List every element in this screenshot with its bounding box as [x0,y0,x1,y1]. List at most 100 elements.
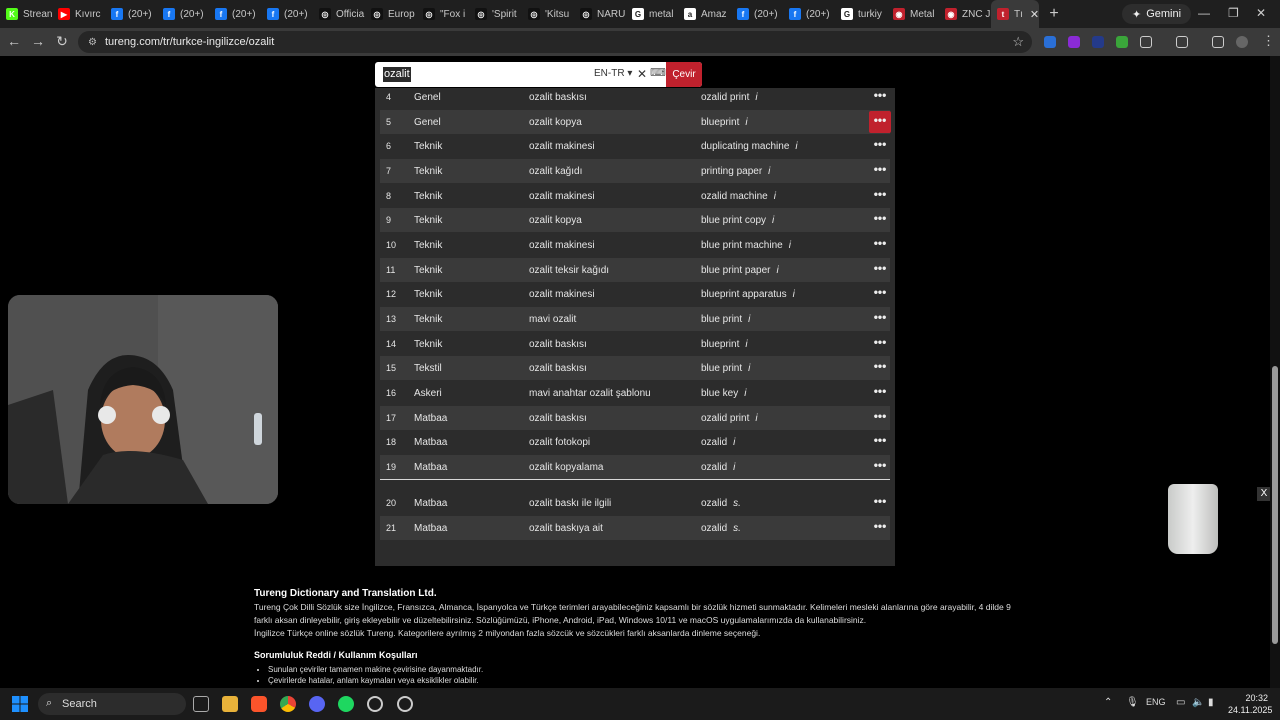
english-term-link[interactable]: blueprint [701,117,739,128]
ad-bottle-image[interactable] [1168,484,1218,554]
bookmark-star-icon[interactable]: ☆ [1012,34,1024,50]
turkish-term-link[interactable]: ozalit baskı ile ilgili [529,498,611,509]
more-options-button[interactable]: ••• [869,357,891,379]
more-options-button[interactable]: ••• [869,382,891,404]
app-icon[interactable] [367,696,383,712]
english-term-cell[interactable]: printing paper i [701,166,770,177]
english-term-cell[interactable]: blue key i [701,388,746,399]
tab-search-icon[interactable] [1176,36,1188,48]
extension-icon[interactable] [1116,36,1128,48]
browser-tab[interactable]: ◎ 'Kitsu [522,0,574,28]
browser-tab[interactable]: ◎ "Fox i [417,0,469,28]
turkish-term-link[interactable]: ozalit kağıdı [529,166,582,177]
system-clock[interactable]: 20:32 24.11.2025 [1228,692,1272,716]
turkish-term-link[interactable]: ozalit baskısı [529,363,587,374]
browser-tab[interactable]: ◎ Officia [313,0,365,28]
turkish-term-link[interactable]: ozalit makinesi [529,141,595,152]
english-term-cell[interactable]: ozalid print i [701,413,758,424]
more-options-button[interactable]: ••• [869,111,891,133]
obs-icon[interactable] [397,696,413,712]
browser-tab[interactable]: ◎ Europ [365,0,417,28]
media-icon[interactable] [1212,36,1224,48]
turkish-term-link[interactable]: mavi ozalit [529,314,576,325]
english-term-link[interactable]: ozalid print [701,92,749,103]
english-term-cell[interactable]: blue print paper i [701,265,779,276]
browser-tab[interactable]: Gturkiy [835,0,887,28]
browser-tab[interactable]: f (20+) [783,0,835,28]
file-explorer-icon[interactable] [222,696,238,712]
more-options-button[interactable]: ••• [869,86,891,108]
network-icon[interactable]: ▭ [1176,697,1185,708]
more-options-button[interactable]: ••• [869,209,891,231]
task-view-icon[interactable] [193,696,209,712]
english-term-link[interactable]: blue key [701,388,738,399]
more-options-button[interactable]: ••• [869,407,891,429]
browser-tab[interactable]: ◉ Metal [887,0,939,28]
more-options-button[interactable]: ••• [869,135,891,157]
forward-icon[interactable]: → [26,33,50,49]
turkish-term-link[interactable]: ozalit baskısı [529,92,587,103]
browser-tab[interactable]: a Amaz [678,0,731,28]
language-select[interactable]: EN-TR ▾ [594,68,632,79]
volume-icon[interactable]: 🔈 [1192,697,1204,708]
more-options-button[interactable]: ••• [869,259,891,281]
browser-tab[interactable]: Gmetal [626,0,678,28]
extensions-puzzle-icon[interactable] [1140,36,1152,48]
english-term-link[interactable]: ozalid [701,462,727,473]
browser-tab[interactable]: ◎ NARU [574,0,626,28]
turkish-term-link[interactable]: ozalit makinesi [529,289,595,300]
extension-icon[interactable] [1068,36,1080,48]
turkish-term-link[interactable]: ozalit baskıya ait [529,523,603,534]
english-term-cell[interactable]: ozalid i [701,437,735,448]
taskbar-search[interactable]: ⌕ Search [38,693,186,715]
back-icon[interactable]: ← [2,33,26,49]
browser-tab[interactable]: K Strean [0,0,52,28]
language-indicator[interactable]: ENG [1146,697,1166,707]
english-term-link[interactable]: ozalid print [701,413,749,424]
more-options-button[interactable]: ••• [869,185,891,207]
english-term-link[interactable]: ozalid [701,498,727,509]
english-term-link[interactable]: blue print copy [701,215,766,226]
restore-icon[interactable]: ❐ [1228,6,1239,20]
english-term-cell[interactable]: blue print copy i [701,215,774,226]
english-term-cell[interactable]: ozalid print i [701,92,758,103]
browser-tab[interactable]: t Tı ✕ [991,0,1039,28]
english-term-cell[interactable]: blue print i [701,363,750,374]
address-bar[interactable]: ⚙ tureng.com/tr/turkce-ingilizce/ozalit … [78,31,1032,53]
turkish-term-link[interactable]: ozalit kopyalama [529,462,603,473]
clear-icon[interactable]: ✕ [637,67,647,81]
more-options-button[interactable]: ••• [869,517,891,539]
english-term-link[interactable]: ozalid [701,437,727,448]
turkish-term-link[interactable]: ozalit kopya [529,117,582,128]
english-term-link[interactable]: blueprint apparatus [701,289,787,300]
more-options-button[interactable]: ••• [869,492,891,514]
more-options-button[interactable]: ••• [869,333,891,355]
english-term-link[interactable]: blue print machine [701,240,783,251]
english-term-link[interactable]: blueprint [701,339,739,350]
turkish-term-link[interactable]: ozalit makinesi [529,191,595,202]
english-term-link[interactable]: duplicating machine [701,141,789,152]
more-options-button[interactable]: ••• [869,456,891,478]
browser-tab[interactable]: ◉ ZNC J [939,0,991,28]
more-options-button[interactable]: ••• [869,234,891,256]
turkish-term-link[interactable]: ozalit baskısı [529,339,587,350]
browser-tab[interactable]: f (20+) [157,0,209,28]
turkish-term-link[interactable]: ozalit makinesi [529,240,595,251]
menu-dots-icon[interactable]: ⋮ [1262,33,1275,49]
english-term-link[interactable]: blue print [701,363,742,374]
english-term-cell[interactable]: blueprint i [701,117,748,128]
brave-icon[interactable] [251,696,267,712]
more-options-button[interactable]: ••• [869,431,891,453]
reload-icon[interactable]: ↻ [50,33,74,50]
keyboard-icon[interactable]: ⌨ [650,66,666,79]
scrollbar-thumb[interactable] [1272,366,1278,644]
chrome-icon[interactable] [280,696,296,712]
browser-tab[interactable]: f (20+) [209,0,261,28]
english-term-link[interactable]: blue print paper [701,265,771,276]
windows-start-icon[interactable] [12,696,28,712]
english-term-cell[interactable]: blueprint apparatus i [701,289,795,300]
browser-tab[interactable]: ▶ Kıvırc [52,0,105,28]
english-term-cell[interactable]: ozalid machine i [701,191,776,202]
browser-tab[interactable]: ◎ 'Spirit [469,0,522,28]
more-options-button[interactable]: ••• [869,283,891,305]
